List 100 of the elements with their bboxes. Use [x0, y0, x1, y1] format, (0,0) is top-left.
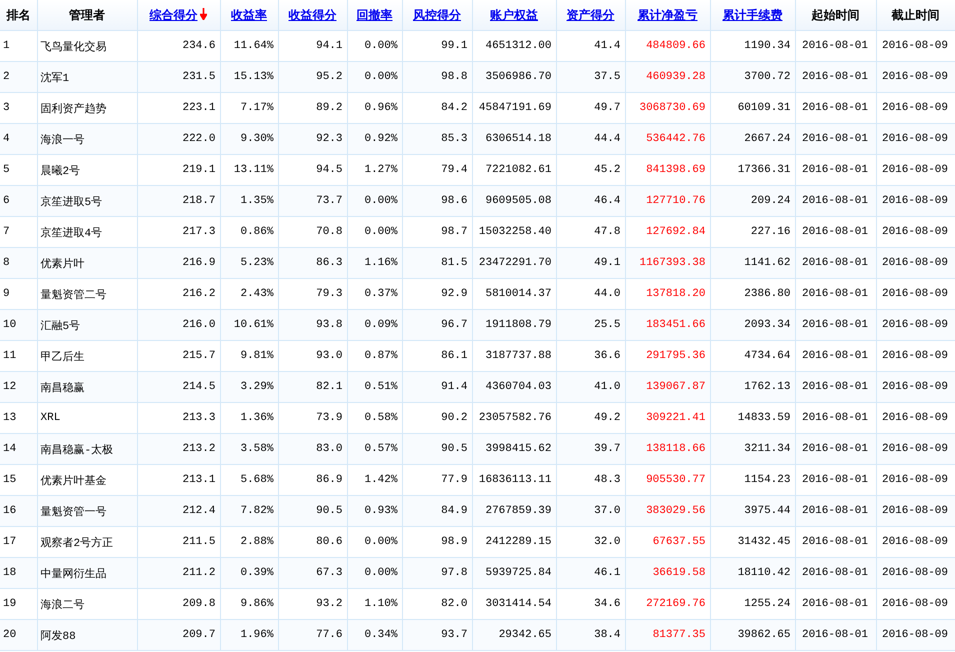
- table-cell: 214.5: [137, 372, 220, 402]
- table-cell: 2016-08-09: [876, 124, 955, 154]
- table-cell: 20: [0, 620, 37, 650]
- table-cell: 2016-08-01: [795, 372, 876, 402]
- table-cell: 2016-08-09: [876, 62, 955, 92]
- table-cell: 海浪一号: [37, 124, 137, 154]
- table-cell: 3.58%: [220, 434, 278, 464]
- table-cell: 1911808.79: [472, 310, 556, 340]
- table-cell: 2016-08-01: [795, 434, 876, 464]
- table-cell: 2016-08-01: [795, 620, 876, 650]
- table-cell: 98.6: [402, 186, 472, 216]
- table-cell: 82.1: [278, 372, 347, 402]
- table-cell: 86.3: [278, 248, 347, 278]
- table-cell: 81377.35: [625, 620, 710, 650]
- table-cell: 213.2: [137, 434, 220, 464]
- table-cell: 0.51%: [347, 372, 402, 402]
- table-cell: 2016-08-09: [876, 434, 955, 464]
- table-cell: 73.7: [278, 186, 347, 216]
- table-cell: 2667.24: [710, 124, 795, 154]
- table-cell: 南昌稳赢: [37, 372, 137, 402]
- table-cell: 中量网衍生品: [37, 558, 137, 588]
- table-cell: 83.0: [278, 434, 347, 464]
- table-cell: 138118.66: [625, 434, 710, 464]
- table-cell: 216.9: [137, 248, 220, 278]
- table-cell: 81.5: [402, 248, 472, 278]
- table-cell: 汇融5号: [37, 310, 137, 340]
- table-cell: 5939725.84: [472, 558, 556, 588]
- table-cell: 5.23%: [220, 248, 278, 278]
- table-cell: 量魁资管一号: [37, 496, 137, 526]
- table-cell: 0.34%: [347, 620, 402, 650]
- table-cell: 7.82%: [220, 496, 278, 526]
- table-cell: 1167393.38: [625, 248, 710, 278]
- table-cell: 10.61%: [220, 310, 278, 340]
- table-cell: 3506986.70: [472, 62, 556, 92]
- table-cell: 16: [0, 496, 37, 526]
- table-cell: 212.4: [137, 496, 220, 526]
- table-cell: 2016-08-01: [795, 248, 876, 278]
- table-cell: 2016-08-01: [795, 496, 876, 526]
- table-cell: 阿发88: [37, 620, 137, 650]
- table-cell: 6: [0, 186, 37, 216]
- table-cell: 2016-08-09: [876, 248, 955, 278]
- table-cell: 1.35%: [220, 186, 278, 216]
- table-cell: 37.5: [556, 62, 625, 92]
- table-cell: 14: [0, 434, 37, 464]
- table-cell: 0.09%: [347, 310, 402, 340]
- table-cell: 39.7: [556, 434, 625, 464]
- table-cell: 37.0: [556, 496, 625, 526]
- column-header: 起始时间: [812, 8, 860, 22]
- table-cell: 39862.65: [710, 620, 795, 650]
- table-cell: 41.0: [556, 372, 625, 402]
- table-cell: 京笙进取5号: [37, 186, 137, 216]
- table-cell: 383029.56: [625, 496, 710, 526]
- column-header: 管理者: [69, 8, 105, 22]
- table-cell: 2: [0, 62, 37, 92]
- table-cell: 222.0: [137, 124, 220, 154]
- table-cell: 90.5: [278, 496, 347, 526]
- table-cell: 2016-08-09: [876, 310, 955, 340]
- table-cell: 38.4: [556, 620, 625, 650]
- table-cell: 2016-08-09: [876, 620, 955, 650]
- table-cell: 1.96%: [220, 620, 278, 650]
- table-cell: 90.5: [402, 434, 472, 464]
- table-cell: 2016-08-09: [876, 372, 955, 402]
- table-cell: 93.7: [402, 620, 472, 650]
- table-cell: 2016-08-01: [795, 124, 876, 154]
- table-cell: 10: [0, 310, 37, 340]
- table-cell: 南昌稳赢-太极: [37, 434, 137, 464]
- table-cell: 3.29%: [220, 372, 278, 402]
- table-cell: 77.6: [278, 620, 347, 650]
- table-cell: 536442.76: [625, 124, 710, 154]
- table-cell: 84.9: [402, 496, 472, 526]
- table-cell: 209.24: [710, 186, 795, 216]
- table-cell: 98.8: [402, 62, 472, 92]
- table-cell: 2767859.39: [472, 496, 556, 526]
- table-cell: 2016-08-09: [876, 496, 955, 526]
- table-cell: 18110.42: [710, 558, 795, 588]
- table-cell: 97.8: [402, 558, 472, 588]
- table-cell: 49.1: [556, 248, 625, 278]
- table-cell: 3700.72: [710, 62, 795, 92]
- table-cell: 95.2: [278, 62, 347, 92]
- table-cell: 2016-08-01: [795, 62, 876, 92]
- table-cell: 0.39%: [220, 558, 278, 588]
- table-cell: 67.3: [278, 558, 347, 588]
- table-cell: 0.92%: [347, 124, 402, 154]
- table-cell: 0.00%: [347, 558, 402, 588]
- table-cell: 96.7: [402, 310, 472, 340]
- table-cell: 12: [0, 372, 37, 402]
- table-cell: 183451.66: [625, 310, 710, 340]
- table-cell: 2016-08-01: [795, 558, 876, 588]
- table-cell: 0.00%: [347, 62, 402, 92]
- table-cell: 3975.44: [710, 496, 795, 526]
- table-cell: 91.4: [402, 372, 472, 402]
- table-cell: 218.7: [137, 186, 220, 216]
- table-cell: 46.1: [556, 558, 625, 588]
- table-cell: 127710.76: [625, 186, 710, 216]
- table-cell: 1762.13: [710, 372, 795, 402]
- table-cell: 1.16%: [347, 248, 402, 278]
- table-cell: 46.4: [556, 186, 625, 216]
- table-cell: 优素片叶: [37, 248, 137, 278]
- table-cell: 139067.87: [625, 372, 710, 402]
- table-cell: 23472291.70: [472, 248, 556, 278]
